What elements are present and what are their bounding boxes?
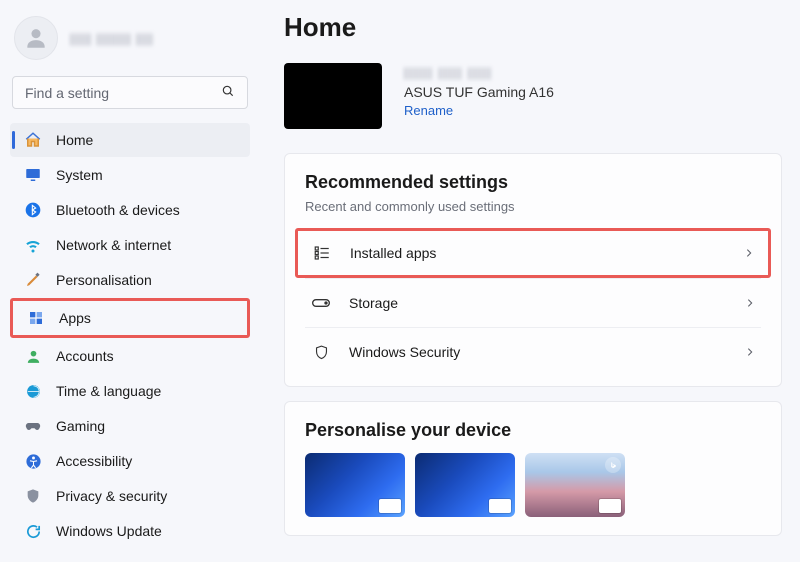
- update-icon: [24, 522, 42, 540]
- card-title: Personalise your device: [305, 420, 761, 441]
- clock-globe-icon: [24, 382, 42, 400]
- setting-label: Storage: [349, 295, 727, 311]
- device-info: |||||| ||||| ||||| ASUS TUF Gaming A16 R…: [404, 63, 554, 118]
- nav-privacy[interactable]: Privacy & security: [10, 479, 250, 513]
- gamepad-icon: [24, 417, 42, 435]
- search-input[interactable]: [25, 85, 221, 101]
- brush-icon: [24, 271, 42, 289]
- nav-home[interactable]: Home: [10, 123, 250, 157]
- card-subtitle: Recent and commonly used settings: [305, 199, 761, 214]
- nav-label: Accessibility: [56, 453, 132, 469]
- avatar: [14, 16, 58, 60]
- installed-apps-icon: [312, 243, 332, 263]
- chevron-right-icon: [745, 295, 755, 311]
- profile-row[interactable]: ||||| |||||||| ||||: [10, 10, 250, 74]
- device-row: |||||| ||||| ||||| ASUS TUF Gaming A16 R…: [284, 63, 782, 129]
- setting-label: Windows Security: [349, 344, 727, 360]
- sidebar: ||||| |||||||| |||| Home System: [0, 0, 260, 562]
- page-title: Home: [284, 12, 782, 43]
- nav-label: Apps: [59, 310, 91, 326]
- nav-accounts[interactable]: Accounts: [10, 339, 250, 373]
- recommended-card: Recommended settings Recent and commonly…: [284, 153, 782, 387]
- nav-label: Time & language: [56, 383, 161, 399]
- wifi-icon: [24, 236, 42, 254]
- device-thumbnail[interactable]: [284, 63, 382, 129]
- theme-thumbnails: [305, 453, 761, 517]
- nav-label: Personalisation: [56, 272, 152, 288]
- chevron-right-icon: [744, 245, 754, 261]
- nav-windows-update[interactable]: Windows Update: [10, 514, 250, 548]
- bluetooth-icon: [24, 201, 42, 219]
- search-box[interactable]: [12, 76, 248, 109]
- nav-personalisation[interactable]: Personalisation: [10, 263, 250, 297]
- card-title: Recommended settings: [305, 172, 761, 193]
- nav-label: Privacy & security: [56, 488, 167, 504]
- nav-bluetooth[interactable]: Bluetooth & devices: [10, 193, 250, 227]
- account-icon: [24, 347, 42, 365]
- main: Home |||||| ||||| ||||| ASUS TUF Gaming …: [260, 0, 800, 562]
- nav-label: Network & internet: [56, 237, 171, 253]
- nav: Home System Bluetooth & devices Network …: [10, 123, 250, 548]
- nav-label: System: [56, 167, 103, 183]
- nav-system[interactable]: System: [10, 158, 250, 192]
- chevron-right-icon: [745, 344, 755, 360]
- nav-label: Accounts: [56, 348, 114, 364]
- personalise-card: Personalise your device: [284, 401, 782, 536]
- device-model: ASUS TUF Gaming A16: [404, 84, 554, 100]
- bing-icon: [605, 457, 621, 473]
- profile-name: ||||| |||||||| ||||: [70, 31, 154, 46]
- monitor-icon: [24, 166, 42, 184]
- search-icon: [221, 84, 235, 101]
- nav-label: Windows Update: [56, 523, 162, 539]
- storage-icon: [311, 293, 331, 313]
- nav-gaming[interactable]: Gaming: [10, 409, 250, 443]
- setting-installed-apps[interactable]: Installed apps: [295, 228, 771, 278]
- accessibility-icon: [24, 452, 42, 470]
- nav-label: Gaming: [56, 418, 105, 434]
- setting-storage[interactable]: Storage: [305, 278, 761, 327]
- user-icon: [23, 25, 49, 51]
- nav-label: Bluetooth & devices: [56, 202, 180, 218]
- nav-label: Home: [56, 132, 93, 148]
- shield-outline-icon: [311, 342, 331, 362]
- theme-tile[interactable]: [415, 453, 515, 517]
- theme-tile[interactable]: [305, 453, 405, 517]
- device-owner: |||||| ||||| |||||: [404, 65, 554, 80]
- nav-accessibility[interactable]: Accessibility: [10, 444, 250, 478]
- apps-icon: [27, 309, 45, 327]
- nav-time[interactable]: Time & language: [10, 374, 250, 408]
- shield-icon: [24, 487, 42, 505]
- setting-label: Installed apps: [350, 245, 726, 261]
- nav-apps[interactable]: Apps: [10, 298, 250, 338]
- theme-tile[interactable]: [525, 453, 625, 517]
- setting-windows-security[interactable]: Windows Security: [305, 327, 761, 376]
- rename-link[interactable]: Rename: [404, 103, 453, 118]
- home-icon: [24, 131, 42, 149]
- nav-network[interactable]: Network & internet: [10, 228, 250, 262]
